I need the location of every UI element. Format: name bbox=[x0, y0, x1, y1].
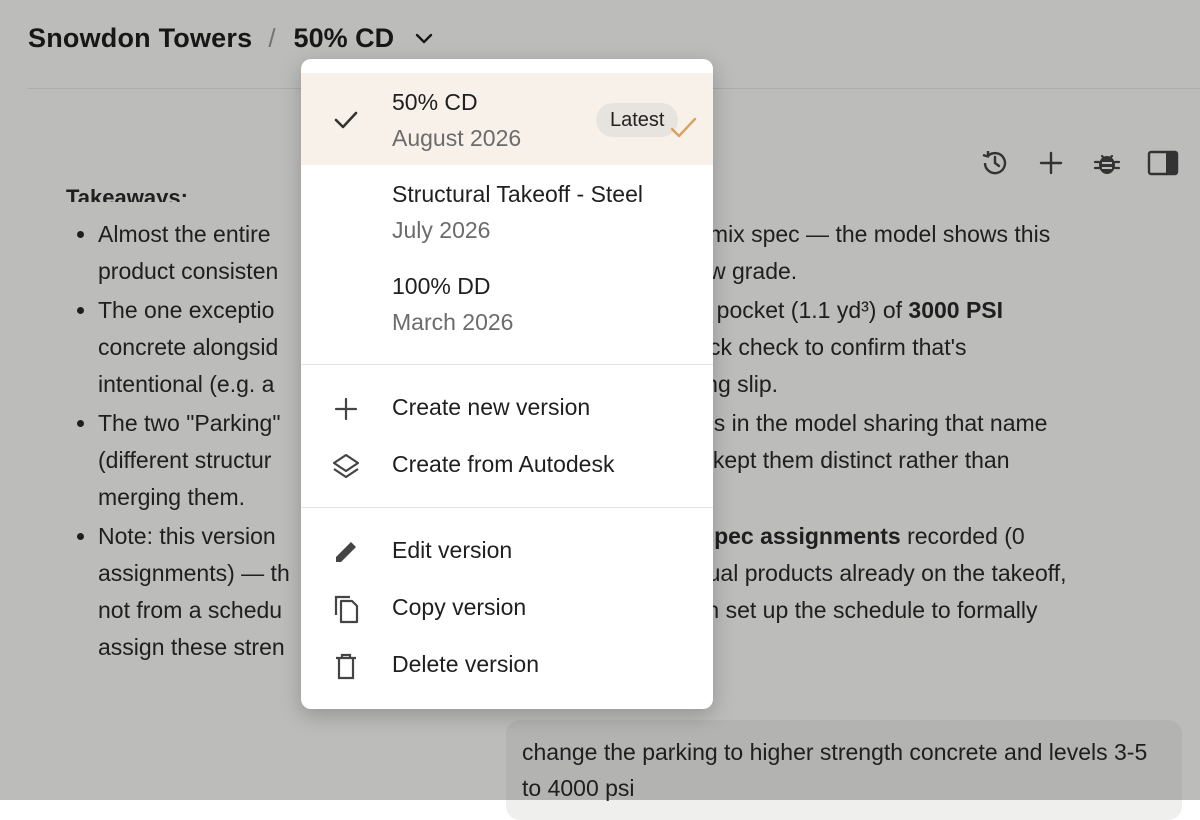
accent-check-icon bbox=[669, 117, 699, 147]
plus-icon bbox=[331, 394, 361, 424]
trash-icon bbox=[331, 651, 361, 681]
menu-divider bbox=[301, 507, 713, 508]
copy-version-item[interactable]: Copy version bbox=[301, 581, 713, 635]
version-name: 50% CD bbox=[392, 89, 478, 115]
version-option[interactable]: Structural Takeoff - Steel July 2026 bbox=[301, 165, 713, 257]
menu-item-label: Copy version bbox=[392, 594, 527, 620]
menu-divider bbox=[301, 364, 713, 365]
copy-icon bbox=[331, 594, 361, 624]
version-option[interactable]: 100% DD March 2026 bbox=[301, 257, 713, 349]
create-new-version-item[interactable]: Create new version bbox=[301, 381, 713, 435]
latest-badge: Latest bbox=[596, 103, 679, 137]
version-name: 100% DD bbox=[392, 273, 491, 299]
delete-version-item[interactable]: Delete version bbox=[301, 638, 713, 692]
version-name: Structural Takeoff - Steel bbox=[392, 181, 644, 207]
version-date: July 2026 bbox=[392, 217, 491, 243]
menu-item-label: Create new version bbox=[392, 394, 591, 420]
menu-item-label: Edit version bbox=[392, 537, 513, 563]
edit-version-item[interactable]: Edit version bbox=[301, 524, 713, 578]
version-dropdown-menu: 50% CD August 2026 Latest Structural Tak… bbox=[301, 59, 713, 709]
version-date: August 2026 bbox=[392, 125, 522, 151]
version-option[interactable]: 50% CD August 2026 Latest bbox=[301, 73, 713, 165]
pencil-icon bbox=[331, 537, 361, 567]
layers-icon bbox=[331, 451, 361, 481]
check-icon bbox=[331, 105, 361, 135]
create-from-autodesk-item[interactable]: Create from Autodesk bbox=[301, 438, 713, 492]
menu-item-label: Delete version bbox=[392, 651, 540, 677]
menu-item-label: Create from Autodesk bbox=[392, 451, 615, 477]
version-date: March 2026 bbox=[392, 309, 514, 335]
